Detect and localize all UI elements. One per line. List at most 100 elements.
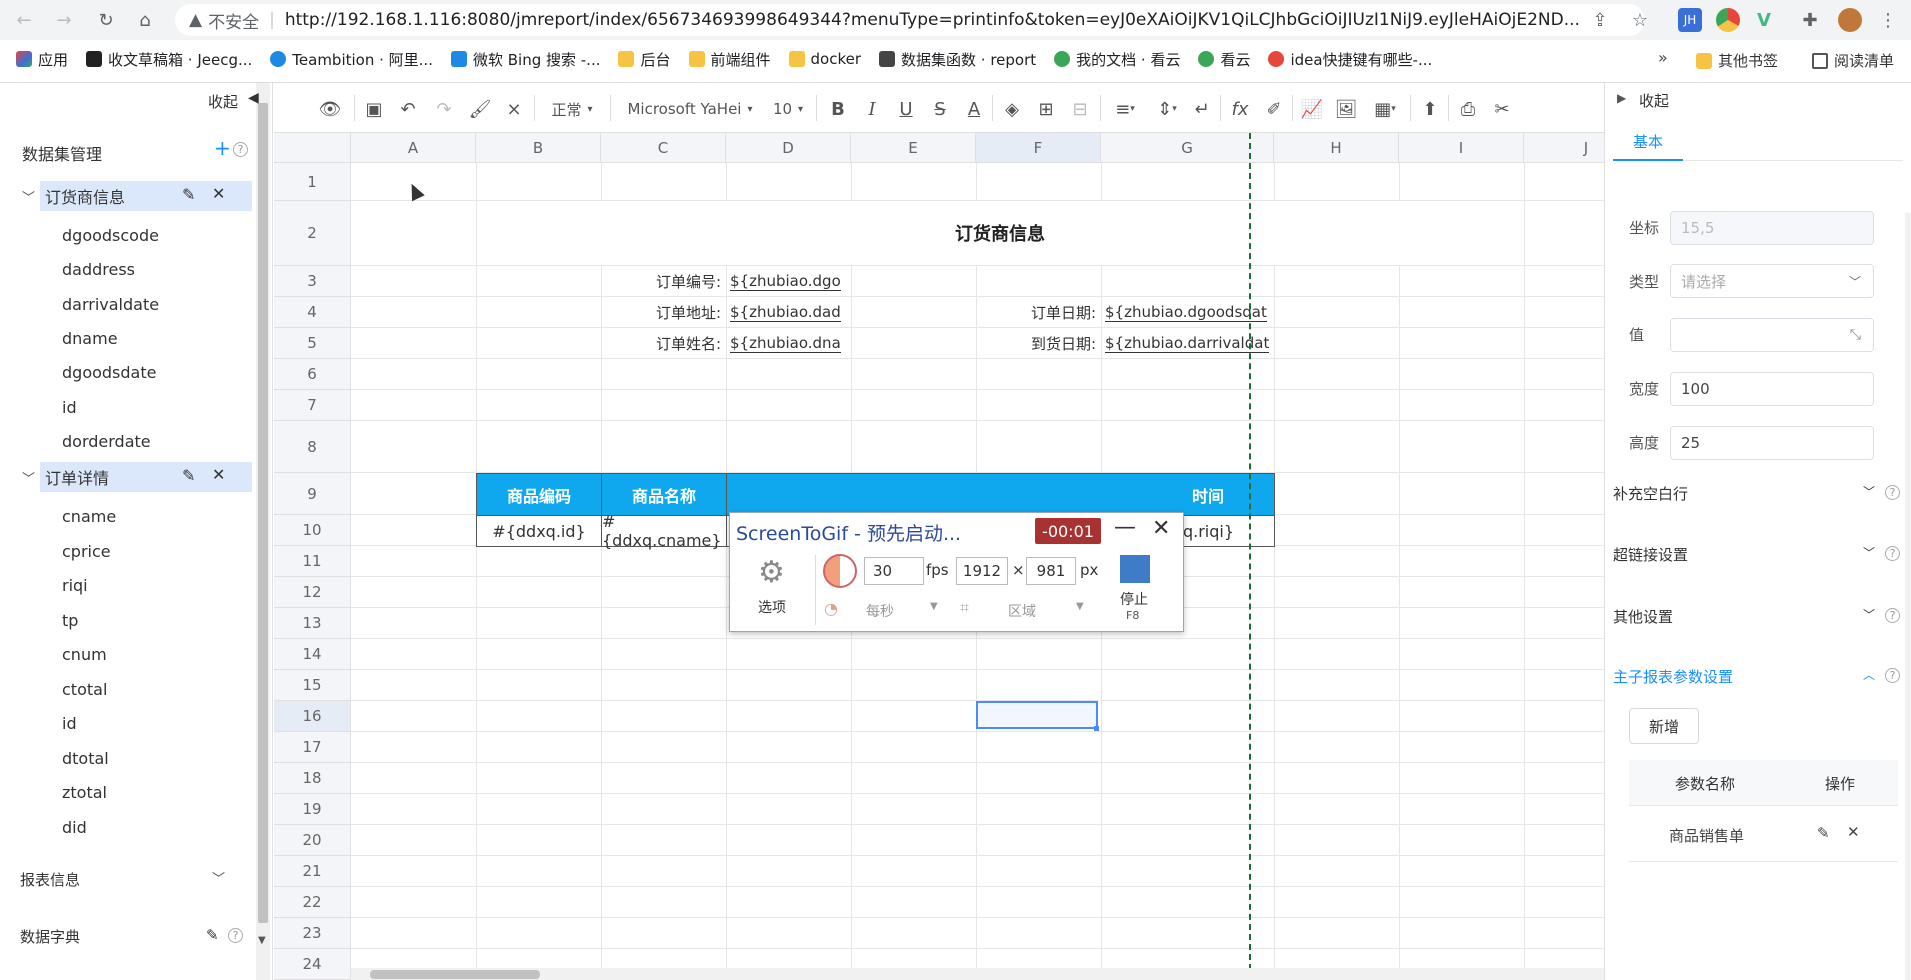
field-item[interactable]: ctotal xyxy=(62,680,107,699)
bookmark-item[interactable]: Teambition · 阿里... xyxy=(270,49,433,70)
edit-icon[interactable]: ✎ xyxy=(1817,824,1830,842)
field-item[interactable]: cname xyxy=(62,507,116,526)
fps-input[interactable]: 30 xyxy=(864,557,924,585)
table-header-cell[interactable]: 商品编码 xyxy=(476,473,602,516)
field-item[interactable]: dorderdate xyxy=(62,432,151,451)
bold-icon[interactable]: B xyxy=(826,97,850,121)
widgets-icon[interactable]: ▦ ▾ xyxy=(1368,97,1402,121)
stop-button[interactable]: 停止 F8 xyxy=(1108,555,1168,629)
help-icon[interactable]: ? xyxy=(1885,485,1900,500)
capture-height-input[interactable]: 981 xyxy=(1026,557,1076,585)
row-header[interactable]: 16 xyxy=(274,701,351,732)
row-header[interactable]: 12 xyxy=(274,577,351,608)
chevron-down-icon[interactable]: ﹀ xyxy=(212,868,225,887)
row-header[interactable]: 4 xyxy=(274,297,351,328)
font-family-select[interactable]: Microsoft YaHei ▾ xyxy=(620,97,760,121)
help-icon[interactable]: ? xyxy=(1885,668,1900,683)
bookmark-item[interactable]: 微软 Bing 搜索 -... xyxy=(450,49,600,70)
field-item[interactable]: tp xyxy=(62,611,78,630)
line-chart-icon[interactable]: 📈 xyxy=(1300,97,1324,121)
help-icon[interactable]: ? xyxy=(233,142,248,157)
value-input[interactable]: ⤡ xyxy=(1670,318,1874,352)
row-header[interactable]: 23 xyxy=(274,918,351,949)
row-header[interactable]: 8 xyxy=(274,421,351,473)
close-icon[interactable]: ✕ xyxy=(212,184,225,203)
forward-icon[interactable]: → xyxy=(52,8,76,32)
url-bar[interactable]: ▲ 不安全 | http://192.168.1.116:8080/jmrepo… xyxy=(175,4,1645,36)
row-header[interactable]: 21 xyxy=(274,856,351,887)
column-header[interactable]: H xyxy=(1274,133,1399,163)
data-dictionary-section[interactable]: 数据字典 xyxy=(20,926,80,947)
text-wrap-icon[interactable]: ↵ xyxy=(1190,97,1214,121)
field-darrivaldate[interactable]: ${zhubiao.darrivaldat xyxy=(1105,331,1273,355)
left-scrollbar-thumb[interactable] xyxy=(258,103,268,923)
options-button[interactable]: ⚙ 选项 xyxy=(744,555,802,619)
field-item[interactable]: ztotal xyxy=(62,783,107,802)
align-icon[interactable]: ≡ ▾ xyxy=(1108,97,1142,121)
section-hyperlink[interactable]: 超链接设置 ﹀? xyxy=(1613,544,1900,565)
scroll-down-arrow-icon[interactable]: ▼ xyxy=(258,935,266,946)
help-icon[interactable]: ? xyxy=(1885,546,1900,561)
horizontal-scrollbar-thumb[interactable] xyxy=(370,970,540,979)
column-header[interactable]: B xyxy=(476,133,601,163)
italic-icon[interactable]: I xyxy=(860,97,884,121)
bookmark-item[interactable]: idea快捷键有哪些-... xyxy=(1268,49,1432,70)
column-header[interactable]: A xyxy=(351,133,476,163)
vue-devtools-icon[interactable]: V xyxy=(1752,8,1776,32)
font-color-icon[interactable]: A xyxy=(962,97,986,121)
column-header[interactable]: I xyxy=(1399,133,1524,163)
redo-icon[interactable]: ↷ xyxy=(432,97,456,121)
caret-down-icon[interactable]: ▼ xyxy=(1076,601,1084,612)
row-header[interactable]: 18 xyxy=(274,763,351,794)
row-header[interactable]: 20 xyxy=(274,825,351,856)
close-icon[interactable]: ✕ xyxy=(1847,823,1860,841)
format-select[interactable]: 正常 ▾ xyxy=(542,97,602,121)
section-other[interactable]: 其他设置 ﹀? xyxy=(1613,606,1900,627)
clear-format-icon[interactable]: ⨯ xyxy=(502,97,526,121)
row-header[interactable]: 5 xyxy=(274,328,351,359)
column-header[interactable]: C xyxy=(601,133,726,163)
row-header[interactable]: 15 xyxy=(274,670,351,701)
bookmark-item[interactable]: 看云 xyxy=(1198,49,1250,70)
bookmark-item[interactable]: 数据集函数 · report xyxy=(879,49,1036,70)
row-header[interactable]: 22 xyxy=(274,887,351,918)
field-item[interactable]: id xyxy=(62,398,77,417)
border-icon[interactable]: ⊞ xyxy=(1034,97,1058,121)
table-data-cell[interactable]: #{ddxq.cname} xyxy=(601,512,727,550)
edit-icon[interactable]: ✎ xyxy=(206,926,219,944)
chevron-down-icon[interactable]: ﹀ xyxy=(22,187,35,206)
bookmark-folder[interactable]: 前端组件 xyxy=(688,49,771,70)
field-item[interactable]: daddress xyxy=(62,260,135,279)
table-header-cell[interactable]: 商品名称 xyxy=(601,473,727,516)
field-item[interactable]: cprice xyxy=(62,542,111,561)
field-daddress[interactable]: ${zhubiao.dad xyxy=(730,300,848,324)
column-header[interactable]: F xyxy=(976,133,1101,163)
label-order-name[interactable]: 订单姓名: xyxy=(601,328,721,358)
edit-icon[interactable]: ✎ xyxy=(182,185,195,204)
row-header[interactable]: 7 xyxy=(274,390,351,421)
label-arrive-date[interactable]: 到货日期: xyxy=(976,328,1096,358)
strikethrough-icon[interactable]: S xyxy=(928,97,952,121)
back-icon[interactable]: ← xyxy=(12,8,36,32)
selected-cell[interactable] xyxy=(976,701,1098,729)
minimize-icon[interactable]: — xyxy=(1114,515,1136,540)
label-order-addr[interactable]: 订单地址: xyxy=(601,297,721,327)
field-item[interactable]: dname xyxy=(62,329,118,348)
framerate-mode-icon[interactable] xyxy=(823,554,857,588)
collapse-left-label[interactable]: 收起 xyxy=(208,91,238,112)
column-header[interactable]: E xyxy=(851,133,976,163)
coord-input[interactable]: 15,5 xyxy=(1670,211,1874,245)
corner-cell[interactable] xyxy=(274,133,351,163)
help-icon[interactable]: ? xyxy=(228,928,243,943)
collapse-right-label[interactable]: 收起 xyxy=(1639,90,1669,111)
report-info-section[interactable]: 报表信息 xyxy=(20,869,80,890)
row-header[interactable]: 3 xyxy=(274,266,351,297)
expand-icon[interactable]: ⤡ xyxy=(1850,327,1861,343)
bookmark-folder[interactable]: docker xyxy=(788,50,861,68)
reading-list[interactable]: 阅读清单 xyxy=(1812,50,1894,71)
row-header[interactable]: 14 xyxy=(274,639,351,670)
label-order-no[interactable]: 订单编号: xyxy=(601,266,721,296)
field-item[interactable]: did xyxy=(62,818,87,837)
underline-icon[interactable]: U xyxy=(894,97,918,121)
home-icon[interactable]: ⌂ xyxy=(133,8,157,32)
